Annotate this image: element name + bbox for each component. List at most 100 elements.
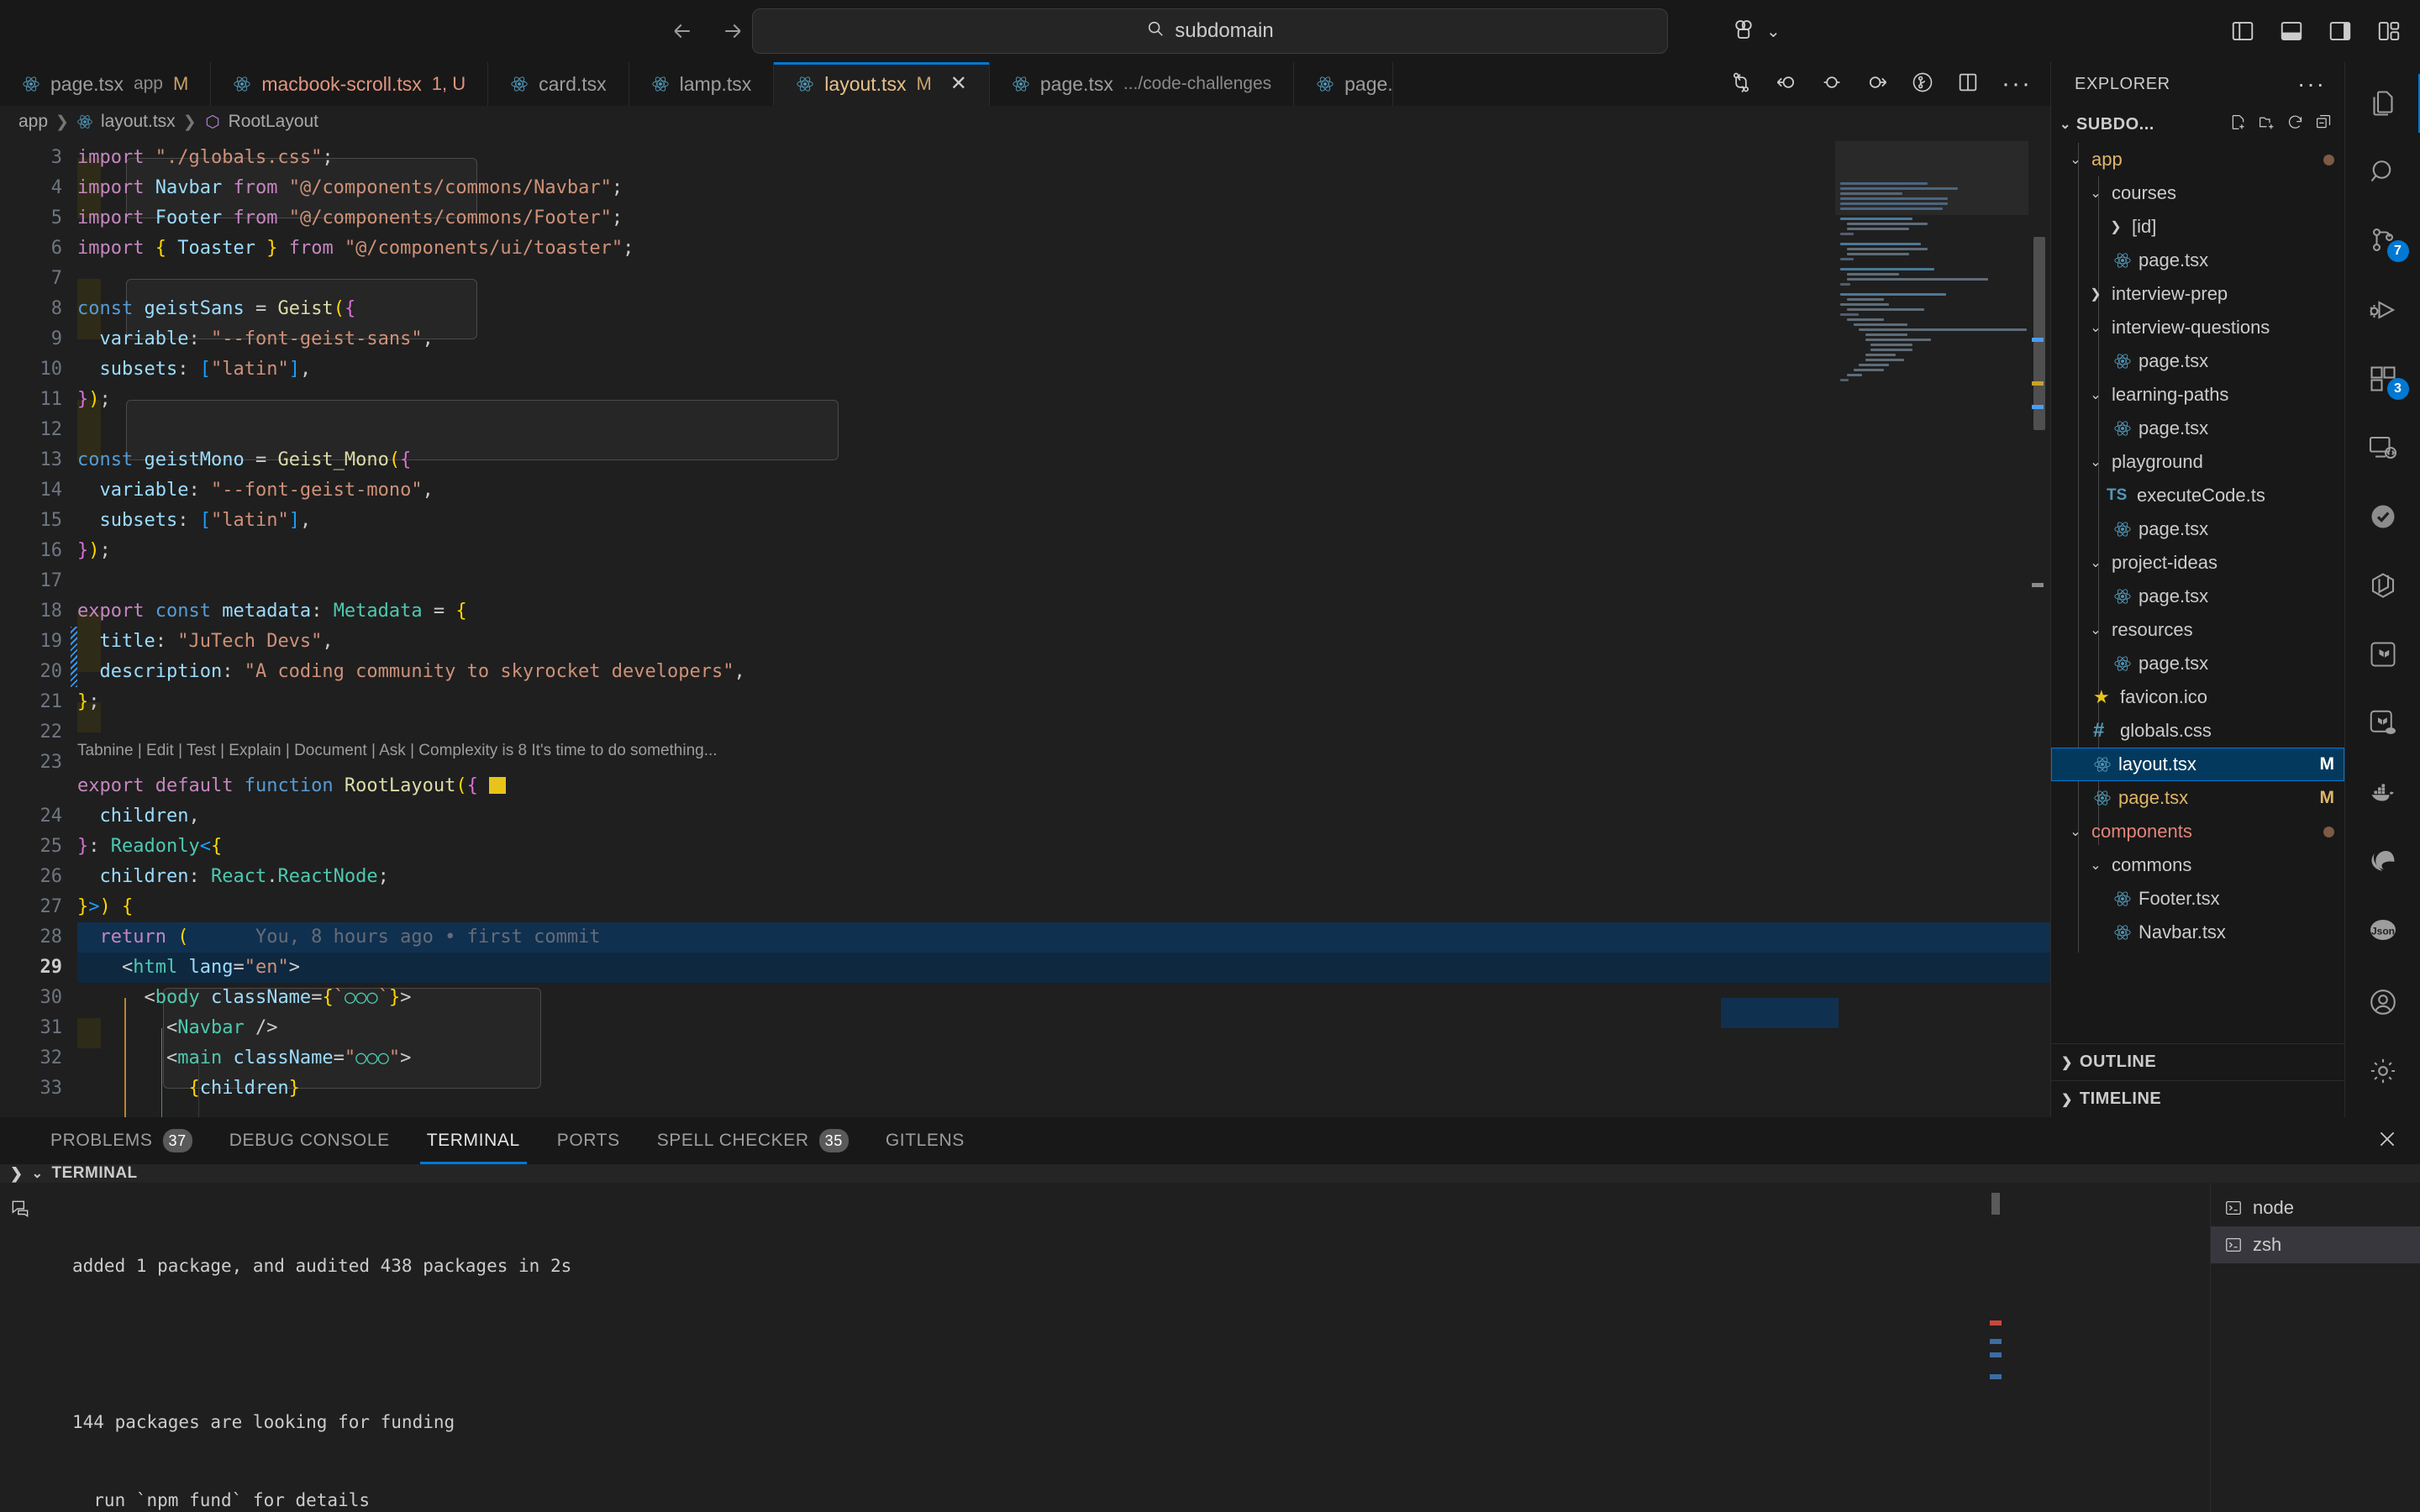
tree-item-components[interactable]: ⌄ components	[2051, 815, 2344, 848]
panel-tab-ports[interactable]: PORTS	[539, 1117, 639, 1164]
editor-tab-page-code-challenges[interactable]: page.tsx .../code-challenges	[989, 62, 1295, 106]
react-icon	[511, 76, 528, 92]
activity-testing[interactable]	[2345, 482, 2420, 551]
tree-item-commons[interactable]: ⌄ commons	[2051, 848, 2344, 882]
tree-item-footer-tsx[interactable]: Footer.tsx	[2051, 882, 2344, 916]
minimap-slider[interactable]	[1835, 141, 2028, 215]
tree-item-page-interview-questions[interactable]: page.tsx	[2051, 344, 2344, 378]
editor-tab-lamp[interactable]: lamp.tsx	[629, 62, 775, 106]
refresh-explorer-icon[interactable]	[2286, 113, 2304, 136]
activity-terraform[interactable]	[2345, 620, 2420, 689]
collapse-folders-icon[interactable]	[2315, 113, 2333, 136]
editor-tab-macbook-scroll[interactable]: macbook-scroll.tsx 1, U	[211, 62, 489, 106]
react-icon	[2114, 656, 2131, 671]
panel-tab-terminal[interactable]: TERMINAL	[408, 1117, 539, 1164]
timeline-section[interactable]: ❯ TIMELINE	[2051, 1080, 2344, 1117]
tree-item-navbar-tsx[interactable]: Navbar.tsx	[2051, 916, 2344, 949]
code-line: import Footer from "@/components/commons…	[77, 207, 623, 228]
new-file-icon[interactable]	[2229, 113, 2247, 136]
command-center-search[interactable]: subdomain	[752, 8, 1668, 54]
more-actions-icon[interactable]: ···	[2002, 71, 2032, 97]
activity-json-crack[interactable]: Json	[2345, 895, 2420, 964]
tree-item-playground[interactable]: ⌄ playground	[2051, 445, 2344, 479]
revert-change-icon[interactable]	[1820, 71, 1844, 98]
activity-run-debug[interactable]	[2345, 276, 2420, 344]
panel-tab-gitlens[interactable]: GITLENS	[867, 1117, 983, 1164]
editor-tab-page-app[interactable]: page.tsx app M	[0, 62, 212, 106]
arrow-right-icon[interactable]	[718, 17, 747, 45]
tree-item-layout-tsx[interactable]: layout.tsx M	[2051, 748, 2344, 781]
activity-settings[interactable]	[2345, 1037, 2420, 1105]
close-icon[interactable]: ✕	[950, 74, 967, 94]
source-control-compare-icon[interactable]	[1729, 71, 1753, 98]
file-tree[interactable]: ⌄ app ⌄ courses ❯ [id] page.tsx ❯ interv…	[2051, 143, 2344, 1043]
remote-indicator[interactable]: ⌄	[1731, 17, 1781, 46]
git-blame-icon[interactable]	[1911, 71, 1934, 98]
spell-checker-count-badge: 35	[818, 1129, 849, 1152]
tree-item-interview-prep[interactable]: ❯ interview-prep	[2051, 277, 2344, 311]
tree-item-app[interactable]: ⌄ app	[2051, 143, 2344, 176]
activity-remote-explorer[interactable]	[2345, 413, 2420, 482]
toggle-primary-sidebar-icon[interactable]	[2230, 18, 2255, 44]
outline-section[interactable]: ❯ OUTLINE	[2051, 1043, 2344, 1080]
tree-item-page-resources[interactable]: page.tsx	[2051, 647, 2344, 680]
new-folder-icon[interactable]	[2258, 113, 2275, 136]
customize-layout-icon[interactable]	[2376, 18, 2402, 44]
breadcrumb-item-rootlayout[interactable]: RootLayout	[229, 112, 318, 132]
minimap[interactable]	[1835, 138, 2028, 1117]
tree-item-globals-css[interactable]: # globals.css	[2051, 714, 2344, 748]
toggle-panel-icon[interactable]	[2279, 18, 2304, 44]
code-editor[interactable]: 3 4 5 6 7 8 9 10 11 12 13 14 15 16 17 18…	[0, 138, 2050, 1117]
breadcrumb-item-app[interactable]: app	[18, 112, 48, 132]
tree-item-page-playground[interactable]: page.tsx	[2051, 512, 2344, 546]
activity-container-tools[interactable]	[2345, 551, 2420, 620]
panel-tab-debug-console[interactable]: DEBUG CONSOLE	[211, 1117, 408, 1164]
tree-item-interview-questions[interactable]: ⌄ interview-questions	[2051, 311, 2344, 344]
tree-item-courses[interactable]: ⌄ courses	[2051, 176, 2344, 210]
tree-item-favicon[interactable]: ★ favicon.ico	[2051, 680, 2344, 714]
activity-search[interactable]	[2345, 138, 2420, 207]
explorer-root-section[interactable]: ⌄ SUBDO...	[2051, 106, 2344, 143]
close-panel-icon[interactable]	[2376, 1128, 2398, 1154]
split-editor-icon[interactable]	[1956, 71, 1980, 98]
line-number: 20	[0, 657, 77, 687]
breadcrumb-item-layout[interactable]: layout.tsx	[101, 112, 176, 132]
tree-item-page-courses[interactable]: page.tsx	[2051, 244, 2344, 277]
tree-item-page-learning-paths[interactable]: page.tsx	[2051, 412, 2344, 445]
activity-extensions[interactable]: 3	[2345, 344, 2420, 413]
react-icon	[2094, 790, 2111, 806]
activity-docker[interactable]	[2345, 758, 2420, 827]
editor-scrollbar[interactable]	[2030, 138, 2047, 1117]
editor-tab-page-ts[interactable]: page.ts	[1294, 62, 1394, 106]
activity-accounts[interactable]	[2345, 968, 2420, 1037]
arrow-left-icon[interactable]	[668, 17, 697, 45]
activity-explorer[interactable]	[2345, 69, 2420, 138]
terminal-scrollbar-thumb[interactable]	[1991, 1193, 2000, 1215]
go-back-change-icon[interactable]	[1775, 71, 1798, 98]
tree-item-page-tsx-root[interactable]: page.tsx M	[2051, 781, 2344, 815]
more-actions-icon[interactable]: ···	[2297, 72, 2326, 96]
activity-edge-tools[interactable]	[2345, 827, 2420, 895]
tree-item-page-project-ideas[interactable]: page.tsx	[2051, 580, 2344, 613]
panel-tab-problems[interactable]: PROBLEMS 37	[32, 1117, 211, 1164]
tree-item-resources[interactable]: ⌄ resources	[2051, 613, 2344, 647]
tabnine-codelens[interactable]: Tabnine | Edit | Test | Explain | Docume…	[77, 739, 718, 763]
terminal-output[interactable]: added 1 package, and audited 438 package…	[40, 1183, 2210, 1512]
tree-item-learning-paths[interactable]: ⌄ learning-paths	[2051, 378, 2344, 412]
tree-item-project-ideas[interactable]: ⌄ project-ideas	[2051, 546, 2344, 580]
tree-item-id[interactable]: ❯ [id]	[2051, 210, 2344, 244]
code-text[interactable]: import "./globals.css"; import Navbar fr…	[77, 138, 2050, 1117]
panel-tab-spell-checker[interactable]: SPELL CHECKER 35	[639, 1117, 867, 1164]
toggle-secondary-sidebar-icon[interactable]	[2328, 18, 2353, 44]
terminal-comment-icon[interactable]	[9, 1198, 31, 1220]
terminal-list-item-zsh[interactable]: zsh	[2211, 1226, 2420, 1263]
activity-source-control[interactable]: 7	[2345, 207, 2420, 276]
activity-terraform-cloud[interactable]	[2345, 689, 2420, 758]
go-forward-change-icon[interactable]	[1865, 71, 1889, 98]
scrollbar-thumb[interactable]	[2033, 237, 2045, 430]
terminal-list-item-node[interactable]: node	[2211, 1189, 2420, 1226]
editor-tab-layout[interactable]: layout.tsx M ✕	[774, 62, 990, 106]
tree-item-executecode[interactable]: TS executeCode.ts	[2051, 479, 2344, 512]
editor-tab-card[interactable]: card.tsx	[488, 62, 629, 106]
